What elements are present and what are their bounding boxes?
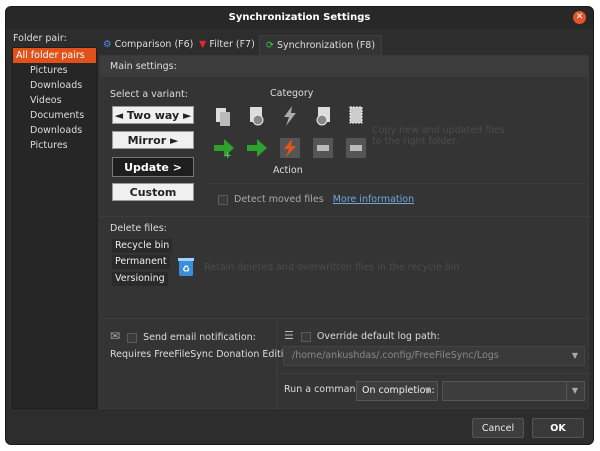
folder-pair-item[interactable]: Downloads (13, 123, 96, 138)
folder-pair-label: Folder pair: (13, 33, 67, 44)
chevron-down-icon[interactable]: ▼ (572, 347, 578, 365)
envelope-icon: ✉ (110, 329, 121, 343)
folder-pair-item[interactable]: Pictures (13, 138, 96, 153)
run-command-label: Run a command: (284, 384, 365, 395)
tab-synchronization[interactable]: ⟳ Synchronization (F8) (259, 35, 383, 55)
tab-comparison[interactable]: ⚙ Comparison (F6) (103, 35, 193, 55)
detect-moved-row: Detect moved files More information (218, 194, 414, 205)
cancel-button[interactable]: Cancel (472, 418, 524, 438)
title-bar: Synchronization Settings ✕ (6, 7, 593, 29)
chevron-down-icon[interactable]: ▼ (565, 382, 578, 400)
create-right-icon[interactable]: + (212, 136, 236, 160)
ok-button[interactable]: OK (532, 418, 584, 438)
log-override-row: ☰ Override default log path: (284, 329, 440, 342)
folder-pair-panel: Folder pair: All folder pairs Pictures D… (9, 31, 97, 409)
custom-button[interactable]: Custom (112, 183, 194, 201)
folder-pair-item[interactable]: Documents (13, 108, 96, 123)
on-completion-select[interactable]: On completion: ▼ (356, 381, 438, 401)
file-time-icon (250, 107, 264, 126)
two-way-button[interactable]: ◄ Two way ► (112, 106, 194, 124)
svg-text:+: + (224, 151, 232, 160)
command-input[interactable]: ▼ (442, 381, 585, 401)
recycle-bin-icon: ♻ (178, 258, 194, 276)
permanent-button[interactable]: Permanent (112, 255, 170, 269)
log-path-value: /home/ankushdas/.config/FreeFileSync/Log… (292, 350, 499, 361)
log-path-field[interactable]: /home/ankushdas/.config/FreeFileSync/Log… (283, 346, 585, 366)
detect-moved-checkbox[interactable] (218, 194, 228, 205)
variant-label: Select a variant: (110, 89, 188, 100)
file-right-icon (349, 106, 363, 124)
svg-text:♻: ♻ (182, 265, 190, 275)
delete-hint: Retain deleted and overwritten files in … (204, 262, 460, 273)
tab-filter[interactable]: ▼ Filter (F7) (199, 35, 255, 55)
recycle-bin-button[interactable]: Recycle bin (112, 239, 173, 253)
folder-pair-item[interactable]: All folder pairs (13, 48, 96, 63)
gear-icon: ⚙ (103, 39, 112, 50)
file-time-right-icon (316, 107, 330, 126)
log-override-checkbox[interactable] (300, 331, 311, 342)
file-left-icon (216, 108, 230, 126)
folder-pair-item[interactable]: Downloads (13, 78, 96, 93)
log-override-label: Override default log path: (316, 331, 440, 342)
action-label: Action (273, 165, 303, 176)
email-row: ✉ Send email notification: (110, 329, 256, 343)
versioning-button[interactable]: Versioning (112, 272, 168, 286)
no-action-icon-2[interactable] (344, 136, 368, 160)
main-settings-header: Main settings: (100, 56, 588, 77)
email-checkbox[interactable] (127, 332, 138, 343)
donation-note: Requires FreeFileSync Donation Edition (110, 349, 296, 360)
folder-pair-item[interactable]: Pictures (13, 63, 96, 78)
chevron-down-icon[interactable]: ▼ (425, 382, 431, 400)
update-button[interactable]: Update > (112, 157, 194, 177)
lightning-icon (284, 106, 296, 126)
synchronization-panel: Main settings: Select a variant: ◄ Two w… (99, 55, 590, 410)
folder-pair-item[interactable]: Videos (13, 93, 96, 108)
update-right-icon[interactable] (245, 136, 269, 160)
sync-icon: ⟳ (266, 40, 274, 51)
conflict-icon[interactable] (278, 136, 302, 160)
close-icon[interactable]: ✕ (573, 11, 586, 24)
delete-files-label: Delete files: (110, 223, 167, 234)
email-label: Send email notification: (143, 332, 256, 343)
window-title: Synchronization Settings (228, 12, 371, 23)
log-icon: ☰ (284, 329, 294, 342)
more-information-link[interactable]: More information (333, 194, 414, 205)
no-action-icon[interactable] (311, 136, 335, 160)
mirror-button[interactable]: Mirror ► (112, 131, 194, 149)
filter-icon: ▼ (199, 39, 207, 50)
sync-settings-dialog: Synchronization Settings ✕ Folder pair: … (5, 6, 594, 445)
detect-moved-label: Detect moved files (234, 194, 324, 205)
folder-pair-list: All folder pairs Pictures Downloads Vide… (12, 47, 97, 409)
category-label: Category (270, 88, 314, 99)
category-hint: Copy new and updated files to the right … (372, 125, 505, 147)
